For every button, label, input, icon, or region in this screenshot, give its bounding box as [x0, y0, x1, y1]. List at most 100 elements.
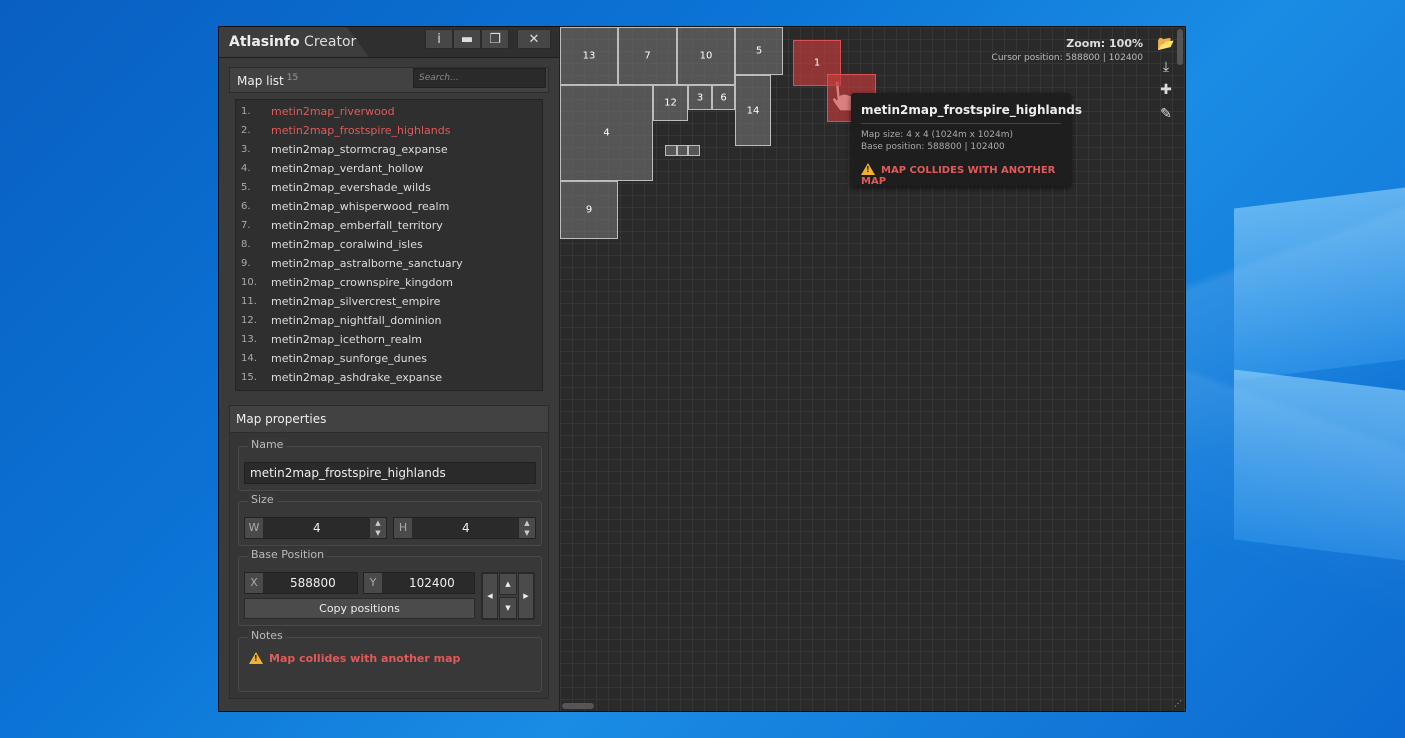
map-tile[interactable]: 7 — [618, 27, 677, 85]
arrow-down-button[interactable]: ▼ — [499, 597, 517, 619]
list-item-number: 7. — [241, 220, 251, 231]
list-item-name: metin2map_sunforge_dunes — [271, 352, 428, 365]
y-input[interactable]: Y 102400 — [363, 572, 475, 594]
list-item[interactable]: 5. metin2map_evershade_wilds — [236, 179, 541, 198]
arrow-up-button[interactable]: ▲ — [499, 573, 517, 595]
width-label: W — [245, 518, 263, 538]
list-item[interactable]: 7. metin2map_emberfall_territory — [236, 217, 541, 236]
map-properties-header: Map properties — [230, 406, 548, 433]
base-position-group: Base Position X 588800 Y 102400 Copy pos… — [238, 548, 542, 626]
info-button[interactable]: i — [425, 29, 453, 49]
map-tile-label: 10 — [699, 50, 713, 62]
size-label: Size — [248, 493, 277, 506]
map-canvas[interactable]: Zoom: 100% Cursor position: 588800 | 102… — [560, 27, 1185, 711]
map-tile[interactable] — [688, 145, 700, 156]
list-item[interactable]: 15. metin2map_ashdrake_expanse — [236, 369, 541, 388]
map-tile-label: 12 — [664, 97, 677, 109]
map-tile[interactable]: 9 — [560, 181, 618, 239]
list-item[interactable]: 3. metin2map_stormcrag_expanse — [236, 141, 541, 160]
list-item-number: 4. — [241, 163, 251, 174]
restore-button[interactable]: ❐ — [481, 29, 509, 49]
list-item[interactable]: 2. metin2map_frostspire_highlands — [236, 122, 541, 141]
map-tile[interactable]: 14 — [735, 75, 771, 146]
list-item-number: 13. — [241, 334, 257, 345]
folder-open-icon[interactable]: 📂 — [1157, 35, 1175, 53]
close-button[interactable]: ✕ — [517, 29, 551, 49]
map-tile-label: 14 — [746, 105, 760, 116]
list-item-name: metin2map_emberfall_territory — [271, 219, 443, 232]
position-arrow-pad: ▲ ▼ ◀ ▶ — [481, 572, 535, 620]
app-title: Atlasinfo Creator — [229, 34, 357, 50]
list-item[interactable]: 6. metin2map_whisperwood_realm — [236, 198, 541, 217]
list-item[interactable]: 8. metin2map_coralwind_isles — [236, 236, 541, 255]
height-label: H — [394, 518, 412, 538]
warning-icon — [249, 652, 263, 664]
list-item-number: 1. — [241, 106, 251, 117]
size-group: Size W 4 ▲ ▼ H 4 ▲ ▼ — [238, 493, 542, 546]
title-bar[interactable]: Atlasinfo Creator i ▬ ❐ ✕ — [219, 27, 559, 58]
map-tile-label: 4 — [603, 127, 610, 139]
list-item-number: 2. — [241, 125, 251, 136]
list-item[interactable]: 1. metin2map_riverwood — [236, 103, 541, 122]
vertical-scrollbar[interactable] — [1177, 29, 1183, 65]
windows-logo-pane-bottom — [1234, 369, 1405, 561]
name-label: Name — [248, 438, 287, 451]
map-search-input[interactable]: Search... — [413, 68, 546, 88]
list-item[interactable]: 13. metin2map_icethorn_realm — [236, 331, 541, 350]
broom-icon[interactable]: ✎ — [1157, 105, 1175, 123]
left-panel: Atlasinfo Creator i ▬ ❐ ✕ Map list 15 Sea… — [219, 27, 560, 711]
list-item-number: 15. — [241, 372, 257, 383]
map-tile[interactable] — [677, 145, 688, 156]
map-list[interactable]: 1. metin2map_riverwood 2. metin2map_frostsp… — [235, 99, 543, 391]
map-tile[interactable]: 13 — [560, 27, 618, 85]
horizontal-scrollbar[interactable] — [562, 703, 594, 709]
width-spin[interactable]: ▲ ▼ — [370, 518, 386, 538]
map-tile[interactable]: 4 — [560, 85, 653, 181]
x-value: 588800 — [290, 576, 336, 590]
windows-logo-pane-top — [1234, 187, 1405, 381]
list-item[interactable]: 11. metin2map_silvercrest_empire — [236, 293, 541, 312]
x-input[interactable]: X 588800 — [244, 572, 358, 594]
height-stepper[interactable]: H 4 ▲ ▼ — [393, 517, 536, 539]
height-spin[interactable]: ▲ ▼ — [519, 518, 535, 538]
resize-grip-icon[interactable]: ⋰ — [1173, 699, 1183, 709]
arrow-left-button[interactable]: ◀ — [482, 573, 498, 619]
base-position-label: Base Position — [248, 548, 328, 561]
arrow-right-button[interactable]: ▶ — [518, 573, 534, 619]
list-item-name: metin2map_whisperwood_realm — [271, 200, 450, 213]
map-tile[interactable]: 6 — [712, 85, 735, 110]
map-tile[interactable]: 3 — [688, 85, 712, 110]
map-tile[interactable]: 10 — [677, 27, 735, 85]
list-item[interactable]: 9. metin2map_astralborne_sanctuary — [236, 255, 541, 274]
map-tile-label: 5 — [755, 45, 763, 57]
list-item-name: metin2map_evershade_wilds — [271, 181, 431, 194]
list-item-name: metin2map_coralwind_isles — [271, 238, 423, 251]
list-item[interactable]: 14. metin2map_sunforge_dunes — [236, 350, 541, 369]
list-item[interactable]: 10. metin2map_crownspire_kingdom — [236, 274, 541, 293]
list-item-number: 9. — [241, 258, 251, 269]
note-warning: Map collides with another map — [249, 652, 460, 665]
list-item-name: metin2map_silvercrest_empire — [271, 295, 441, 308]
list-item[interactable]: 12. metin2map_nightfall_dominion — [236, 312, 541, 331]
width-value: 4 — [313, 521, 321, 535]
puzzle-icon[interactable]: ✚ — [1157, 81, 1175, 99]
list-item-name: metin2map_stormcrag_expanse — [271, 143, 448, 156]
map-tile[interactable]: 5 — [735, 27, 783, 75]
name-input[interactable]: metin2map_frostspire_highlands — [244, 462, 536, 484]
map-tile[interactable] — [665, 145, 677, 156]
map-tile-label: 7 — [644, 50, 651, 62]
atlasinfo-creator-window: Atlasinfo Creator i ▬ ❐ ✕ Map list 15 Sea… — [218, 26, 1186, 712]
download-icon[interactable]: ⤓ — [1157, 58, 1175, 76]
width-stepper[interactable]: W 4 ▲ ▼ — [244, 517, 387, 539]
list-item-name: metin2map_astralborne_sanctuary — [271, 257, 463, 270]
map-tile-label: 3 — [696, 92, 704, 103]
list-item-name: metin2map_nightfall_dominion — [271, 314, 442, 327]
copy-positions-button[interactable]: Copy positions — [244, 598, 475, 619]
map-tile[interactable]: 12 — [653, 85, 688, 121]
name-group: Name metin2map_frostspire_highlands — [238, 438, 542, 491]
minimize-button[interactable]: ▬ — [453, 29, 481, 49]
list-item[interactable]: 4. metin2map_verdant_hollow — [236, 160, 541, 179]
cursor-position-readout: Cursor position: 588800 | 102400 — [991, 53, 1143, 63]
list-item-name: metin2map_verdant_hollow — [271, 162, 424, 175]
tooltip-warning: MAP COLLIDES WITH ANOTHER MAP — [861, 163, 1071, 187]
